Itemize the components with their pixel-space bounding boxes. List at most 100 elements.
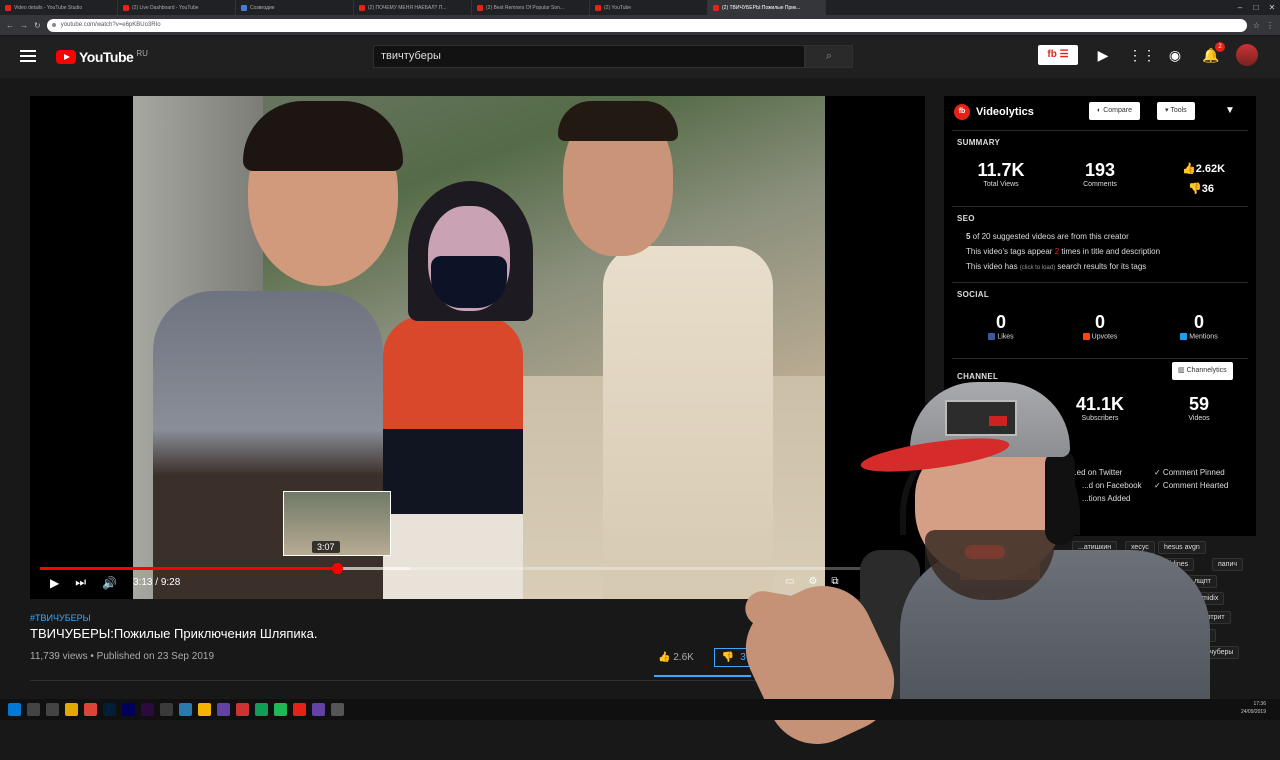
windows-start-icon[interactable] bbox=[8, 703, 21, 716]
hamburger-menu-icon[interactable] bbox=[20, 50, 36, 62]
time-separator: / bbox=[152, 577, 161, 588]
like-button[interactable]: 👍 2.6K bbox=[658, 652, 694, 663]
app-icon[interactable] bbox=[179, 703, 192, 716]
reload-icon[interactable]: ↻ bbox=[34, 21, 41, 30]
search-input[interactable]: твичтуберы bbox=[373, 45, 805, 68]
likes-stat: 👍2.62K bbox=[1182, 162, 1225, 175]
thumbs-down-icon: 👎 bbox=[721, 652, 735, 663]
browser-tab[interactable]: Созвездие bbox=[236, 0, 354, 15]
seo-line-tags: This video's tags appear 2 times in titl… bbox=[966, 247, 1160, 256]
apps-grid-icon[interactable]: ⋮⋮ bbox=[1128, 44, 1156, 66]
tab-label: (2) ПОЧЕМУ МЕНЯ НАЕБАЛ? П... bbox=[368, 4, 447, 11]
youtube-logo[interactable]: YouTube RU bbox=[56, 49, 148, 65]
minimize-icon[interactable]: – bbox=[1232, 0, 1248, 15]
maximize-icon[interactable]: □ bbox=[1248, 0, 1264, 15]
tab-favicon-icon bbox=[477, 4, 483, 11]
app-icon[interactable] bbox=[293, 703, 306, 716]
volume-icon[interactable]: 🔊 bbox=[102, 576, 117, 590]
app-icon[interactable] bbox=[236, 703, 249, 716]
click-to-load-link[interactable]: (click to load) bbox=[1020, 265, 1055, 271]
tab-label: Video details - YouTube Studio bbox=[14, 4, 83, 11]
notification-count: 2 bbox=[1215, 42, 1225, 52]
close-icon[interactable]: ✕ bbox=[1264, 0, 1280, 15]
miniplayer-icon[interactable]: ⧉ bbox=[831, 576, 838, 587]
social-upvotes-stat: 0 Upvotes bbox=[1065, 312, 1135, 340]
back-icon[interactable]: ← bbox=[6, 21, 14, 30]
subtitles-icon[interactable]: ▭ bbox=[785, 576, 794, 587]
after-effects-icon[interactable] bbox=[141, 703, 154, 716]
collapse-chevron-icon[interactable]: ▼ bbox=[1225, 105, 1235, 116]
browser-tab[interactable]: (2) Live Dashboard - YouTube bbox=[118, 0, 236, 15]
social-likes-value: 0 bbox=[995, 312, 1006, 332]
url-field[interactable]: youtube.com/watch?v=e6pKBUo3RIo bbox=[46, 18, 1247, 32]
next-icon[interactable]: ⏭ bbox=[75, 575, 86, 590]
divider bbox=[952, 206, 1248, 207]
youtube-play-icon bbox=[56, 50, 76, 64]
tab-label: (2) ТВИЧУБЕРЫ:Пожилые Прик... bbox=[722, 4, 801, 11]
video-title: ТВИЧУБЕРЫ:Пожилые Приключения Шляпика. bbox=[30, 626, 318, 641]
notifications-bell-icon[interactable]: 🔔 2 bbox=[1200, 42, 1225, 66]
divider bbox=[952, 282, 1248, 283]
app-icon[interactable] bbox=[331, 703, 344, 716]
app-icon[interactable] bbox=[198, 703, 211, 716]
tag-chip[interactable]: папич bbox=[1212, 558, 1244, 571]
chrome-icon[interactable] bbox=[84, 703, 97, 716]
browser-tab[interactable]: (2) Best Remixes Of Popular Son... bbox=[472, 0, 590, 15]
progress-played bbox=[40, 567, 337, 570]
videolytics-toggle-button[interactable]: fb ☰ bbox=[1038, 45, 1078, 65]
premiere-icon[interactable] bbox=[122, 703, 135, 716]
browser-menu-icon[interactable]: ⋮ bbox=[1266, 21, 1274, 30]
seo-title: SEO bbox=[957, 214, 975, 223]
comments-label: Comments bbox=[1083, 181, 1117, 188]
search-icon[interactable] bbox=[27, 703, 40, 716]
social-title: SOCIAL bbox=[957, 290, 990, 299]
app-icon[interactable] bbox=[255, 703, 268, 716]
time-display: 3:13 / 9:28 bbox=[133, 577, 180, 588]
tab-label: (2) Best Remixes Of Popular Son... bbox=[486, 4, 565, 11]
forward-icon[interactable]: → bbox=[20, 21, 28, 30]
total-views-value: 11.7K bbox=[977, 160, 1025, 180]
tools-label: Tools bbox=[1170, 107, 1187, 114]
nes-controller-patch bbox=[945, 400, 1017, 436]
video-player[interactable]: 3:07 ▶ ⏭ 🔊 3:13 / 9:28 ▭ ⚙ ⧉ bbox=[30, 96, 925, 599]
browser-tab[interactable]: (2) YouTube bbox=[590, 0, 708, 15]
play-icon[interactable]: ▶ bbox=[50, 576, 59, 590]
seo-search-text-2: search results for its tags bbox=[1055, 262, 1147, 271]
social-mentions-value: 0 bbox=[1193, 312, 1204, 332]
explorer-icon[interactable] bbox=[65, 703, 78, 716]
tab-label: (2) YouTube bbox=[604, 4, 632, 11]
person-middle-body bbox=[383, 316, 523, 599]
seo-line-search: This video has (click to load) search re… bbox=[966, 262, 1146, 271]
seo-tags-text-2: times in title and description bbox=[1059, 247, 1161, 256]
app-icon[interactable] bbox=[160, 703, 173, 716]
social-likes-stat: 0 Likes bbox=[966, 312, 1036, 340]
app-icon[interactable] bbox=[312, 703, 325, 716]
messages-icon[interactable]: ◉ bbox=[1164, 44, 1186, 66]
tab-favicon-icon bbox=[5, 4, 11, 11]
browser-tab[interactable]: (2) ПОЧЕМУ МЕНЯ НАЕБАЛ? П... bbox=[354, 0, 472, 15]
avatar[interactable] bbox=[1236, 44, 1258, 66]
video-hashtag[interactable]: #ТВИЧУБЕРЫ bbox=[30, 613, 91, 623]
tools-button[interactable]: ▾ Tools bbox=[1157, 102, 1195, 120]
photoshop-icon[interactable] bbox=[103, 703, 116, 716]
browser-tab[interactable]: Video details - YouTube Studio bbox=[0, 0, 118, 15]
compare-button[interactable]: ◐ Compare bbox=[1089, 102, 1140, 120]
search-button[interactable]: ⌕ bbox=[805, 45, 853, 68]
create-video-icon[interactable]: ▶ bbox=[1092, 44, 1114, 66]
twitch-icon[interactable] bbox=[217, 703, 230, 716]
divider bbox=[952, 130, 1248, 131]
task-view-icon[interactable] bbox=[46, 703, 59, 716]
system-clock[interactable]: 17:36 24/09/2019 bbox=[1241, 700, 1266, 716]
chart-icon: ▥ bbox=[1178, 367, 1187, 374]
browser-tab[interactable]: (2) ТВИЧУБЕРЫ:Пожилые Прик... bbox=[708, 0, 826, 15]
summary-title: SUMMARY bbox=[957, 138, 1001, 147]
scrubber-handle[interactable] bbox=[332, 563, 343, 574]
channelytics-button[interactable]: ▥ Channelytics bbox=[1172, 362, 1233, 380]
bookmark-star-icon[interactable]: ☆ bbox=[1253, 21, 1260, 30]
like-ratio-bar bbox=[654, 675, 751, 677]
time-total: 9:28 bbox=[160, 577, 181, 588]
tab-favicon-icon bbox=[359, 4, 365, 11]
spotify-icon[interactable] bbox=[274, 703, 287, 716]
compare-label: Compare bbox=[1103, 107, 1132, 114]
person-right-hair bbox=[558, 101, 678, 141]
